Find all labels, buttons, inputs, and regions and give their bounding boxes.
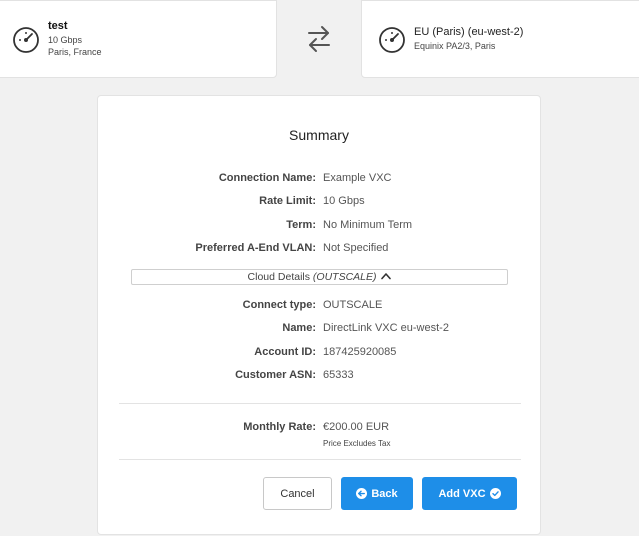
add-vxc-button[interactable]: Add VXC [422, 477, 517, 510]
divider [119, 459, 521, 460]
summary-row: Connection Name: Example VXC [98, 172, 540, 188]
divider [119, 403, 521, 404]
cloud-row: Connect type: OUTSCALE [98, 299, 540, 315]
cloud-row-label: Connect type: [242, 299, 316, 311]
summary-row-value: Example VXC [323, 172, 392, 184]
back-button-label: Back [371, 487, 398, 500]
summary-row: Rate Limit: 10 Gbps [98, 195, 540, 211]
cloud-row-value: 187425920085 [323, 346, 397, 358]
summary-row: Preferred A-End VLAN: Not Specified [98, 242, 540, 258]
speedometer-icon [13, 27, 39, 53]
summary-row-label: Rate Limit: [259, 195, 316, 207]
cloud-details-label: Cloud Details [247, 271, 310, 283]
cloud-row: Account ID: 187425920085 [98, 346, 540, 362]
price-tax-note: Price Excludes Tax [323, 439, 391, 448]
cloud-row-label: Account ID: [254, 346, 316, 358]
chevron-up-icon [381, 273, 392, 280]
cloud-row-label: Customer ASN: [235, 369, 316, 381]
summary-row: Term: No Minimum Term [98, 219, 540, 235]
swap-arrows-icon[interactable] [306, 24, 332, 54]
cloud-row: Customer ASN: 65333 [98, 369, 540, 385]
cloud-row-value: DirectLink VXC eu-west-2 [323, 322, 449, 334]
summary-card: Summary Connection Name: Example VXC Rat… [97, 95, 541, 535]
cloud-details-provider: (OUTSCALE) [312, 271, 377, 283]
a-end-location: Paris, France [48, 47, 102, 57]
summary-row-label: Term: [286, 219, 316, 231]
summary-row-value: Not Specified [323, 242, 389, 254]
monthly-rate-row: Monthly Rate: €200.00 EUR [98, 421, 540, 437]
monthly-rate-label: Monthly Rate: [243, 421, 316, 433]
b-end-title: EU (Paris) (eu-west-2) [414, 26, 524, 38]
add-vxc-button-label: Add VXC [438, 487, 486, 500]
summary-title: Summary [289, 127, 349, 143]
cloud-row-value: 65333 [323, 369, 354, 381]
back-button[interactable]: Back [341, 477, 413, 510]
summary-row-label: Connection Name: [218, 172, 316, 184]
cancel-button-label: Cancel [280, 487, 315, 500]
cloud-row-value: OUTSCALE [323, 299, 383, 311]
summary-row-value: No Minimum Term [323, 219, 413, 231]
a-end-speed: 10 Gbps [48, 35, 83, 45]
check-circle-icon [489, 488, 501, 499]
arrow-left-circle-icon [356, 488, 368, 499]
b-end-location: Equinix PA2/3, Paris [414, 41, 496, 51]
a-end-card[interactable]: test 10 Gbps Paris, France [0, 0, 277, 78]
summary-row-label: Preferred A-End VLAN: [195, 242, 316, 254]
b-end-card[interactable]: EU (Paris) (eu-west-2) Equinix PA2/3, Pa… [361, 0, 639, 78]
cloud-row: Name: DirectLink VXC eu-west-2 [98, 322, 540, 338]
a-end-title: test [48, 20, 68, 32]
speedometer-icon [379, 27, 405, 53]
cloud-details-toggle[interactable]: Cloud Details (OUTSCALE) [131, 269, 508, 285]
cancel-button[interactable]: Cancel [263, 477, 332, 510]
cloud-row-label: Name: [282, 322, 316, 334]
summary-row-value: 10 Gbps [323, 195, 365, 207]
monthly-rate-value: €200.00 EUR [323, 421, 390, 433]
